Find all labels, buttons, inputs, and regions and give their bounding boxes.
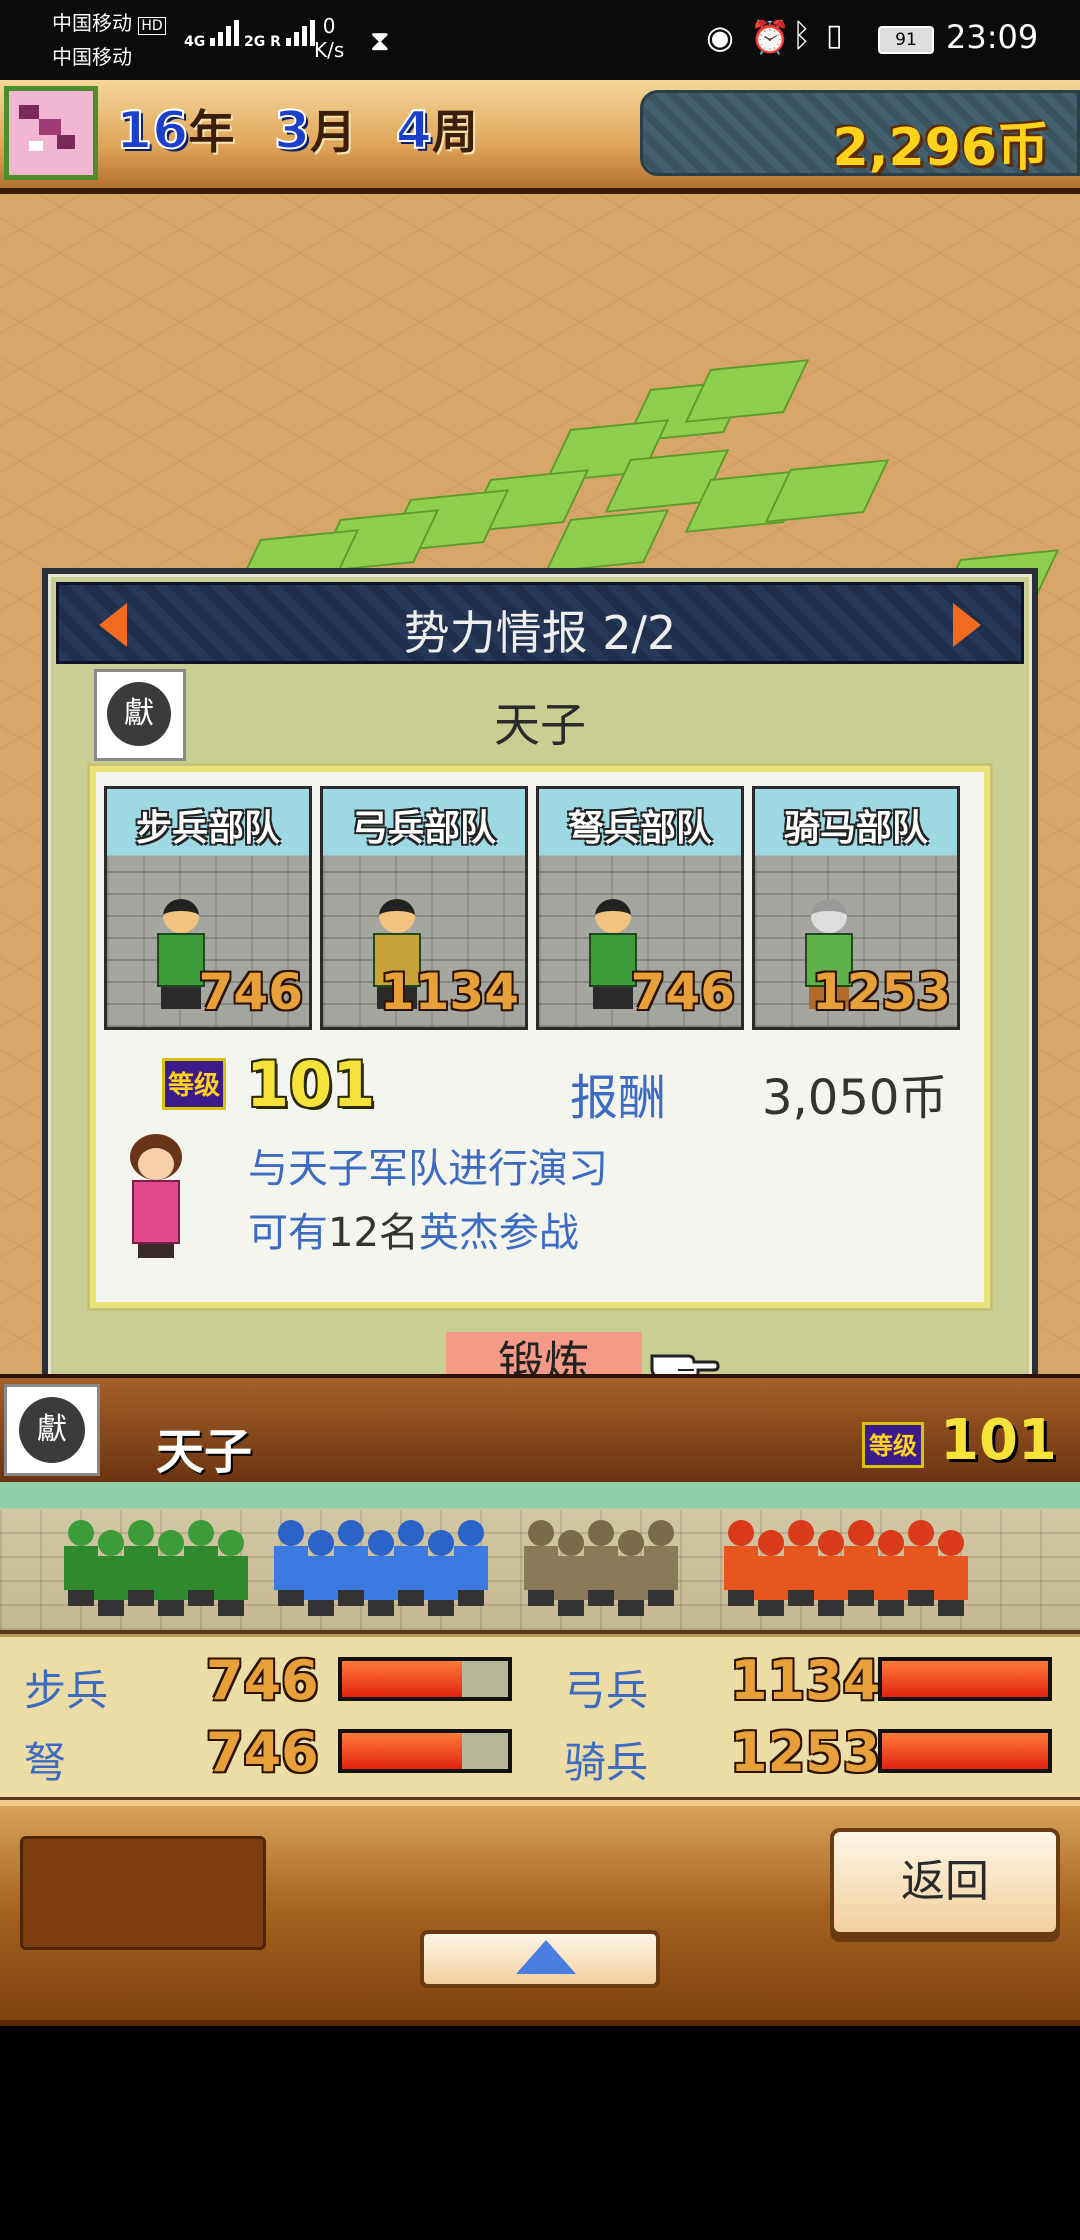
top-bar: 16年 3月 4周 2,296币 xyxy=(0,80,1080,194)
rank-badge: 等级 xyxy=(162,1058,226,1110)
archer-value: 1134 xyxy=(730,1649,881,1712)
unit-card-count: 746 xyxy=(198,963,303,1021)
cavalry-bar xyxy=(878,1729,1052,1773)
faction-name: 天子 xyxy=(494,698,586,752)
back-button[interactable]: 返回 xyxy=(830,1828,1060,1936)
net-speed: 0 K/s xyxy=(314,14,345,62)
bottom-menu: 返回 xyxy=(0,1800,1080,2026)
unit-card-archer: 弓兵部队 1134 xyxy=(320,786,528,1030)
hd-badge: HD xyxy=(138,17,166,35)
troop-stats-panel: 步兵 746 弓兵 1134 弩 746 骑兵 1253 xyxy=(0,1634,1080,1803)
soldier-sprite xyxy=(450,1520,490,1610)
strip-rank-value: 101 xyxy=(940,1408,1057,1473)
dialog-header: 势力情报 2/2 xyxy=(56,582,1024,664)
battery-icon: 91 xyxy=(878,26,934,54)
secretary-avatar xyxy=(120,1134,192,1262)
year-value: 16 xyxy=(115,100,189,162)
unit-card-label: 骑马部队 xyxy=(783,808,928,849)
faction-info-dialog: 势力情报 2/2 獻 天子 步兵部队 746 弓兵部队 1134 弩兵部队 74… xyxy=(42,568,1038,1408)
soldier-sprite xyxy=(640,1520,680,1610)
player-avatar[interactable] xyxy=(4,86,98,180)
map-tile xyxy=(764,459,890,523)
expand-up-button[interactable] xyxy=(420,1930,660,1988)
soldier-sprite xyxy=(930,1530,970,1620)
alarm-icon: ⏰ xyxy=(750,18,790,56)
bluetooth-icon: ᛒ xyxy=(792,16,812,54)
infantry-value: 746 xyxy=(206,1649,319,1712)
month-label: 月 xyxy=(310,105,357,159)
emblem-char: 獻 xyxy=(19,1397,85,1463)
unit-card-infantry: 步兵部队 746 xyxy=(104,786,312,1030)
faction-detail-panel: 步兵部队 746 弓兵部队 1134 弩兵部队 746 骑马部队 1253 等级… xyxy=(90,766,990,1308)
infantry-label: 步兵 xyxy=(24,1666,109,1715)
unit-card-label: 弓兵部队 xyxy=(351,808,496,849)
map-tile xyxy=(684,359,810,423)
reward-label: 报酬 xyxy=(570,1070,667,1126)
unit-card-cavalry: 骑马部队 1253 xyxy=(752,786,960,1030)
cavalry-value: 1253 xyxy=(730,1721,881,1784)
archer-bar xyxy=(878,1657,1052,1701)
hourglass-icon: ⧗ xyxy=(370,24,390,57)
chevron-up-icon xyxy=(516,1940,576,1974)
unit-card-count: 1134 xyxy=(379,963,519,1021)
strip-faction-emblem: 獻 xyxy=(4,1384,100,1476)
week-value: 4 xyxy=(395,100,433,162)
infantry-bar xyxy=(338,1657,512,1701)
coin-count: 2,296币 xyxy=(832,118,1049,178)
game-date: 16年 3月 4周 xyxy=(115,96,512,162)
year-label: 年 xyxy=(188,105,235,159)
army-lineup xyxy=(0,1482,1080,1634)
crossbow-label: 弩 xyxy=(24,1738,67,1787)
reward-value: 3,050币 xyxy=(762,1070,948,1126)
strip-faction-name: 天子 xyxy=(156,1424,253,1480)
dialog-title: 势力情报 2/2 xyxy=(403,606,677,660)
next-page-icon[interactable] xyxy=(953,603,981,647)
unit-card-crossbow: 弩兵部队 746 xyxy=(536,786,744,1030)
description-line-1: 与天子军队进行演习 xyxy=(248,1146,608,1192)
crossbow-value: 746 xyxy=(206,1721,319,1784)
month-value: 3 xyxy=(273,100,311,162)
week-label: 周 xyxy=(431,105,478,159)
unit-card-label: 弩兵部队 xyxy=(567,808,712,849)
description-line-2: 可有12名英杰参战 xyxy=(248,1210,579,1256)
eye-icon: ◉ xyxy=(706,18,734,56)
faction-strip: 獻 天子 等级 101 xyxy=(0,1374,1080,1486)
carrier-2: 中国移动 xyxy=(52,45,132,69)
strip-rank-badge: 等级 xyxy=(862,1422,924,1468)
signal-icon-2: 2G R xyxy=(244,20,315,50)
crossbow-bar xyxy=(338,1729,512,1773)
unit-card-count: 746 xyxy=(630,963,735,1021)
carrier-1: 中国移动 HD xyxy=(52,8,166,41)
rank-value: 101 xyxy=(246,1048,376,1121)
archer-label: 弓兵 xyxy=(564,1666,649,1715)
vibrate-icon: ▯ xyxy=(826,18,843,53)
empty-slot xyxy=(20,1836,266,1950)
unit-card-label: 步兵部队 xyxy=(135,808,280,849)
unit-card-count: 1253 xyxy=(811,963,951,1021)
cavalry-label: 骑兵 xyxy=(564,1738,649,1787)
soldier-sprite xyxy=(210,1530,250,1620)
signal-icon-1: 4G xyxy=(184,20,240,50)
status-bar: 中国移动 HD 中国移动 4G 2G R 0 K/s ⧗ ◉ ⏰ ᛒ ▯ 91 … xyxy=(0,0,1080,80)
clock: 23:09 xyxy=(946,18,1039,56)
coin-panel: 2,296币 xyxy=(640,90,1080,178)
